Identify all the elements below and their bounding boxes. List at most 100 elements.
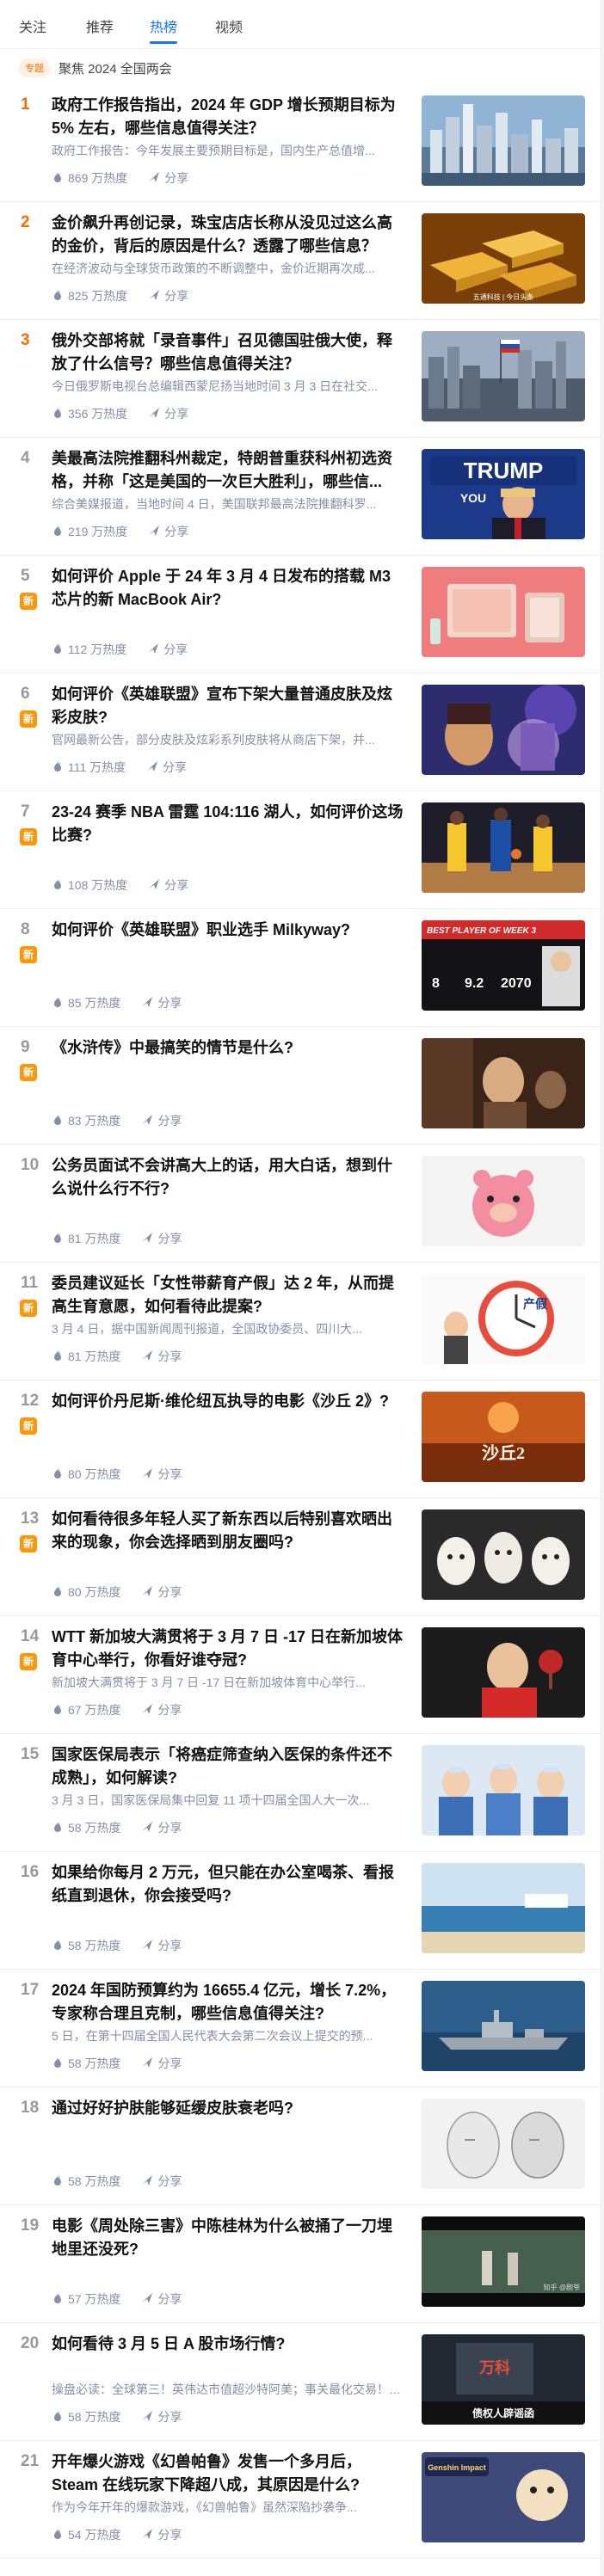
coastal-office-thumb[interactable] xyxy=(422,1863,585,1953)
nba-game-thumb[interactable] xyxy=(422,802,585,893)
share-button[interactable]: 分享 xyxy=(148,523,188,540)
item-title[interactable]: 开年爆火游戏《幻兽帕鲁》发售一个多月后，Steam 在线玩家下降超八成，其原因是… xyxy=(52,2450,404,2497)
hot-list-item[interactable]: 19 电影《周处除三害》中陈桂林为什么被捅了一刀埋地里还没死? 57 万热度 分享 知… xyxy=(0,2206,601,2323)
item-title[interactable]: 如何评价《英雄联盟》职业选手 Milkyway? xyxy=(52,919,404,942)
item-title[interactable]: 如何评价丹尼斯·维伦纽瓦执导的电影《沙丘 2》? xyxy=(52,1390,404,1413)
item-title[interactable]: 如果给你每月 2 万元，但只能在办公室喝茶、看报纸直到退休，你会接受吗? xyxy=(52,1861,404,1908)
thumb-caption: 五通科技 | 今日头条 xyxy=(473,292,534,301)
hot-list-item[interactable]: 8 新如何评价《英雄联盟》职业选手 Milkyway? 85 万热度 分享 BEST … xyxy=(0,910,601,1027)
share-button[interactable]: 分享 xyxy=(141,1819,182,1836)
trump-rally-thumb[interactable]: TRUMP YOU xyxy=(422,449,585,539)
item-title[interactable]: 美最高法院推翻科州裁定，特朗普重获科州初选资格，并称「这是美国的一次巨大胜利」，… xyxy=(52,447,404,494)
share-button[interactable]: 分享 xyxy=(148,287,188,304)
item-title[interactable]: 金价飙升再创记录，珠宝店店长称从没见过这么高的金价，背后的原因是什么？透露了哪些… xyxy=(52,212,404,258)
share-button[interactable]: 分享 xyxy=(141,2290,182,2308)
hot-list-item[interactable]: 14 新 WTT 新加坡大满贯将于 3 月 7 日 -17 日在新加坡体育中心举行，… xyxy=(0,1617,601,1734)
warship-thumb[interactable] xyxy=(422,1981,585,2071)
share-label: 分享 xyxy=(157,2410,182,2424)
maternity-leave-thumb[interactable]: 产假 xyxy=(422,1274,585,1364)
topic-text[interactable]: 聚焦 2024 全国两会 xyxy=(59,59,172,77)
share-button[interactable]: 分享 xyxy=(141,1112,182,1129)
topic-banner[interactable]: 专题 聚焦 2024 全国两会 xyxy=(19,55,172,81)
item-title[interactable]: 国家医保局表示「将癌症筛查纳入医保的条件还不成熟」，如何解读? xyxy=(52,1743,404,1790)
item-title[interactable]: 2024 年国防预算约为 16655.4 亿元，增长 7.2%，专家称合理且克制… xyxy=(52,1979,404,2026)
share-label: 分享 xyxy=(157,1585,182,1599)
share-button[interactable]: 分享 xyxy=(141,1230,182,1247)
palworld-thumb[interactable]: Genshin Impact xyxy=(422,2452,585,2542)
hot-list-item[interactable]: 2 金价飙升再创记录，珠宝店店长称从没见过这么高的金价，背后的原因是什么？透露了哪… xyxy=(0,203,601,320)
item-title[interactable]: 23-24 赛季 NBA 雷霆 104:116 湖人，如何评价这场比赛? xyxy=(52,801,404,847)
share-button[interactable]: 分享 xyxy=(141,994,182,1011)
dune-poster-thumb[interactable]: 沙丘2 xyxy=(422,1392,585,1482)
item-title[interactable]: 电影《周处除三害》中陈桂林为什么被捅了一刀埋地里还没死? xyxy=(52,2215,404,2261)
hot-list-item[interactable]: 18 通过好好护肤能够延缓皮肤衰老吗? 58 万热度 分享 xyxy=(0,2088,601,2205)
tab-follow[interactable]: 关注 xyxy=(19,15,46,36)
hot-list-item[interactable]: 17 2024 年国防预算约为 16655.4 亿元，增长 7.2%，专家称合理且… xyxy=(0,1970,601,2087)
tab-recommend[interactable]: 推荐 xyxy=(86,15,114,36)
hot-list-item[interactable]: 10 公务员面试不会讲高大上的话，用大白话，想到什么说什么行不行? 81 万热度 分享 xyxy=(0,1146,601,1263)
macbook-air-thumb[interactable] xyxy=(422,567,585,657)
share-button[interactable]: 分享 xyxy=(148,405,188,422)
tab-hot-list[interactable]: 热榜 xyxy=(150,15,177,36)
gold-bars-thumb[interactable]: 五通科技 | 今日头条 xyxy=(422,213,585,304)
hot-list-item[interactable]: 21 开年爆火游戏《幻兽帕鲁》发售一个多月后，Steam 在线玩家下降超八成，其原… xyxy=(0,2442,601,2559)
item-title[interactable]: 如何评价 Apple 于 24 年 3 月 4 日发布的搭载 M3 芯片的新 M… xyxy=(52,565,404,612)
share-button[interactable]: 分享 xyxy=(141,2055,182,2072)
item-title[interactable]: 委员建议延长「女性带薪育产假」达 2 年，从而提高生育意愿，如何看待此提案? xyxy=(52,1272,404,1319)
tab-video[interactable]: 视频 xyxy=(215,15,243,36)
share-button[interactable]: 分享 xyxy=(141,1583,182,1601)
item-title[interactable]: 如何看待很多年轻人买了新东西以后特别喜欢晒出来的现象，你会选择晒到朋友圈吗? xyxy=(52,1508,404,1554)
fire-icon xyxy=(52,1467,64,1482)
pink-bear-thumb[interactable] xyxy=(422,1156,585,1246)
share-button[interactable]: 分享 xyxy=(146,759,187,776)
item-title[interactable]: 俄外交部将就「录音事件」召见德国驻俄大使，释放了什么信号？哪些信息值得关注？ xyxy=(52,329,404,376)
movie-scene-thumb[interactable]: 知乎 @剧爷 xyxy=(422,2216,585,2307)
water-margin-thumb[interactable] xyxy=(422,1038,585,1128)
hot-list-item[interactable]: 1 政府工作报告指出，2024 年 GDP 增长预期目标为 5% 左右，哪些信息值… xyxy=(0,85,601,202)
city-skyline-thumb[interactable] xyxy=(422,95,585,186)
face-sketch-thumb[interactable] xyxy=(422,2099,585,2189)
milkyway-stats-thumb[interactable]: BEST PLAYER OF WEEK 3 8 9.2 2070 xyxy=(422,920,585,1011)
eggs-faces-thumb[interactable] xyxy=(422,1509,585,1600)
share-button[interactable]: 分享 xyxy=(148,876,188,894)
hot-list-item[interactable]: 12 新如何评价丹尼斯·维伦纽瓦执导的电影《沙丘 2》? 80 万热度 分享 沙丘2 xyxy=(0,1381,601,1498)
share-button[interactable]: 分享 xyxy=(141,2173,182,2190)
new-badge: 新 xyxy=(20,1535,37,1552)
hot-list-item[interactable]: 7 新 23-24 赛季 NBA 雷霆 104:116 湖人，如何评价这场比赛? 10… xyxy=(0,792,601,909)
rank-number: 20 xyxy=(21,2334,40,2352)
share-button[interactable]: 分享 xyxy=(141,1701,182,1718)
share-button[interactable]: 分享 xyxy=(141,1348,182,1365)
heat-value: 81 万热度 xyxy=(68,1349,121,1363)
item-title[interactable]: 公务员面试不会讲高大上的话，用大白话，想到什么说什么行不行? xyxy=(52,1154,404,1201)
hot-list-item[interactable]: 16 如果给你每月 2 万元，但只能在办公室喝茶、看报纸直到退休，你会接受吗? 58… xyxy=(0,1853,601,1970)
item-title[interactable]: 《水浒传》中最搞笑的情节是什么? xyxy=(52,1036,404,1060)
hot-list-item[interactable]: 15 国家医保局表示「将癌症筛查纳入医保的条件还不成熟」，如何解读? 3 月 3 日… xyxy=(0,1735,601,1852)
share-button[interactable]: 分享 xyxy=(148,169,188,187)
item-title[interactable]: 通过好好护肤能够延缓皮肤衰老吗? xyxy=(52,2097,404,2120)
item-title[interactable]: 如何评价《英雄联盟》宣布下架大量普通皮肤及炫彩皮肤? xyxy=(52,683,404,729)
item-title[interactable]: 如何看待 3 月 5 日 A 股市场行情? xyxy=(52,2333,404,2356)
lol-skins-thumb[interactable] xyxy=(422,685,585,775)
hot-list-item[interactable]: 11 新委员建议延长「女性带薪育产假」达 2 年，从而提高生育意愿，如何看待此提案… xyxy=(0,1263,601,1380)
thumb-stats-header: BEST PLAYER OF WEEK 3 xyxy=(427,926,536,936)
table-tennis-thumb[interactable] xyxy=(422,1627,585,1718)
share-button[interactable]: 分享 xyxy=(141,2408,182,2425)
hot-list-item[interactable]: 13 新如何看待很多年轻人买了新东西以后特别喜欢晒出来的现象，你会选择晒到朋友圈吗… xyxy=(0,1499,601,1616)
item-title[interactable]: 政府工作报告指出，2024 年 GDP 增长预期目标为 5% 左右，哪些信息值得… xyxy=(52,94,404,140)
share-button[interactable]: 分享 xyxy=(141,1466,182,1483)
hot-list-item[interactable]: 5 新如何评价 Apple 于 24 年 3 月 4 日发布的搭载 M3 芯片的新… xyxy=(0,556,601,673)
share-button[interactable]: 分享 xyxy=(141,2526,182,2543)
doctors-thumb[interactable] xyxy=(422,1745,585,1835)
hot-list-item[interactable]: 9 新《水浒传》中最搞笑的情节是什么? 83 万热度 分享 xyxy=(0,1028,601,1145)
stock-market-thumb[interactable]: 万科 债权人辟谣函 xyxy=(422,2334,585,2425)
kremlin-city-thumb[interactable] xyxy=(422,331,585,421)
item-meta: 58 万热度 分享 xyxy=(52,1819,182,1836)
hot-list-item[interactable]: 4 美最高法院推翻科州裁定，特朗普重获科州初选资格，并称「这是美国的一次巨大胜利」… xyxy=(0,439,601,556)
share-button[interactable]: 分享 xyxy=(147,641,188,658)
item-title[interactable]: WTT 新加坡大满贯将于 3 月 7 日 -17 日在新加坡体育中心举行，你看好… xyxy=(52,1626,404,1672)
fire-icon xyxy=(52,2056,64,2071)
hot-list-item[interactable]: 6 新如何评价《英雄联盟》宣布下架大量普通皮肤及炫彩皮肤? 官网最新公告，部分皮肤及… xyxy=(0,674,601,791)
hot-list-item[interactable]: 20 如何看待 3 月 5 日 A 股市场行情? 操盘必读：全球第三！英伟达市值超沙… xyxy=(0,2324,601,2441)
share-button[interactable]: 分享 xyxy=(141,1937,182,1954)
hot-list-item[interactable]: 3 俄外交部将就「录音事件」召见德国驻俄大使，释放了什么信号？哪些信息值得关注？ 今… xyxy=(0,321,601,438)
